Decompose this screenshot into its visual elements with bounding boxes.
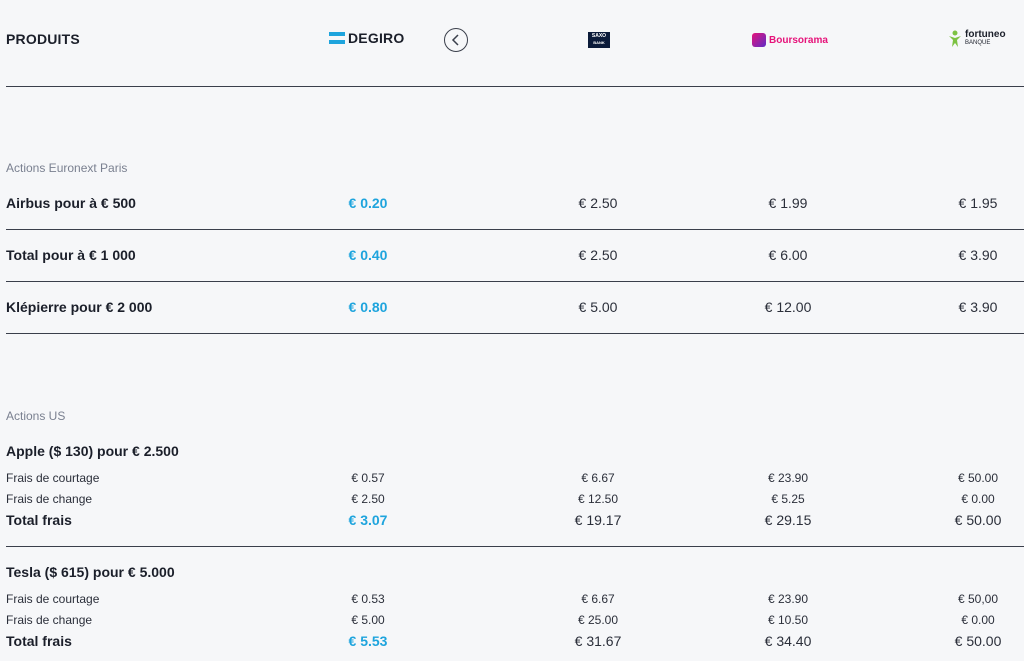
saxo-value: € 6.67 [581,592,615,606]
group-title: Apple ($ 130) pour € 2.500 [6,443,179,459]
total-label: Total frais [6,512,72,528]
header-divider [6,86,1024,87]
degiro-value: € 0.53 [351,592,385,606]
fee-label: Frais de change [6,613,93,627]
bourso-value: € 5.25 [771,492,805,506]
fee-label: Frais de change [6,492,93,506]
bourso-value: € 1.99 [768,195,808,211]
saxo-value: € 6.67 [581,471,615,485]
fortuneo-person-icon [949,30,961,47]
degiro-total: € 3.07 [348,512,388,528]
group-title: Tesla ($ 615) pour € 5.000 [6,564,175,580]
degiro-value: € 0.80 [348,299,388,315]
saxo-value: € 5.00 [578,299,618,315]
page-title: PRODUITS [6,31,80,47]
fee-label: Frais de courtage [6,592,100,606]
fortuneo-value: € 3.90 [958,247,998,263]
fortuneo-value: € 1.95 [958,195,998,211]
fortuneo-value: € 50,00 [957,592,999,606]
degiro-value: € 2.50 [351,492,385,506]
total-label: Total frais [6,633,72,649]
degiro-value: € 0.57 [351,471,385,485]
bourso-value: € 12.00 [764,299,812,315]
bourso-total: € 29.15 [764,512,812,528]
degiro-value: € 5.00 [351,613,385,627]
fortuneo-value: € 0.00 [961,492,995,506]
bourso-total: € 34.40 [764,633,812,649]
degiro-value: € 0.20 [348,195,388,211]
fortuneo-value: € 3.90 [958,299,998,315]
degiro-logo: DEGIRO [329,30,404,46]
previous-button[interactable] [444,28,468,52]
degiro-value: € 0.40 [348,247,388,263]
bourso-value: € 10.50 [767,613,809,627]
bourso-value: € 6.00 [768,247,808,263]
fee-label: Frais de courtage [6,471,100,485]
section-label-us: Actions US [6,409,66,423]
row-label: Klépierre pour € 2 000 [6,299,153,315]
fortuneo-value: € 0.00 [961,613,995,627]
degiro-mark-icon [329,32,345,44]
saxo-value: € 2.50 [578,247,618,263]
saxo-value: € 2.50 [578,195,618,211]
boursorama-mark-icon [752,33,766,47]
saxo-bank-logo: SAXO BANK [588,32,610,48]
fortuneo-logo: fortuneo BANQUE [948,30,1006,48]
fortuneo-total: € 50.00 [954,512,1002,528]
bourso-value: € 23.90 [767,471,809,485]
fortuneo-value: € 50.00 [957,471,999,485]
saxo-value: € 25.00 [577,613,619,627]
boursorama-logo: Boursorama [752,33,828,47]
chevron-left-icon [451,34,459,46]
fortuneo-total: € 50.00 [954,633,1002,649]
saxo-total: € 19.17 [574,512,622,528]
saxo-total: € 31.67 [574,633,622,649]
row-label: Total pour à € 1 000 [6,247,136,263]
row-divider [6,281,1024,282]
row-label: Airbus pour à € 500 [6,195,136,211]
saxo-value: € 12.50 [577,492,619,506]
row-divider [6,229,1024,230]
row-divider [6,546,1024,547]
row-divider [6,333,1024,334]
bourso-value: € 23.90 [767,592,809,606]
section-label-euronext: Actions Euronext Paris [6,161,128,175]
degiro-total: € 5.53 [348,633,388,649]
